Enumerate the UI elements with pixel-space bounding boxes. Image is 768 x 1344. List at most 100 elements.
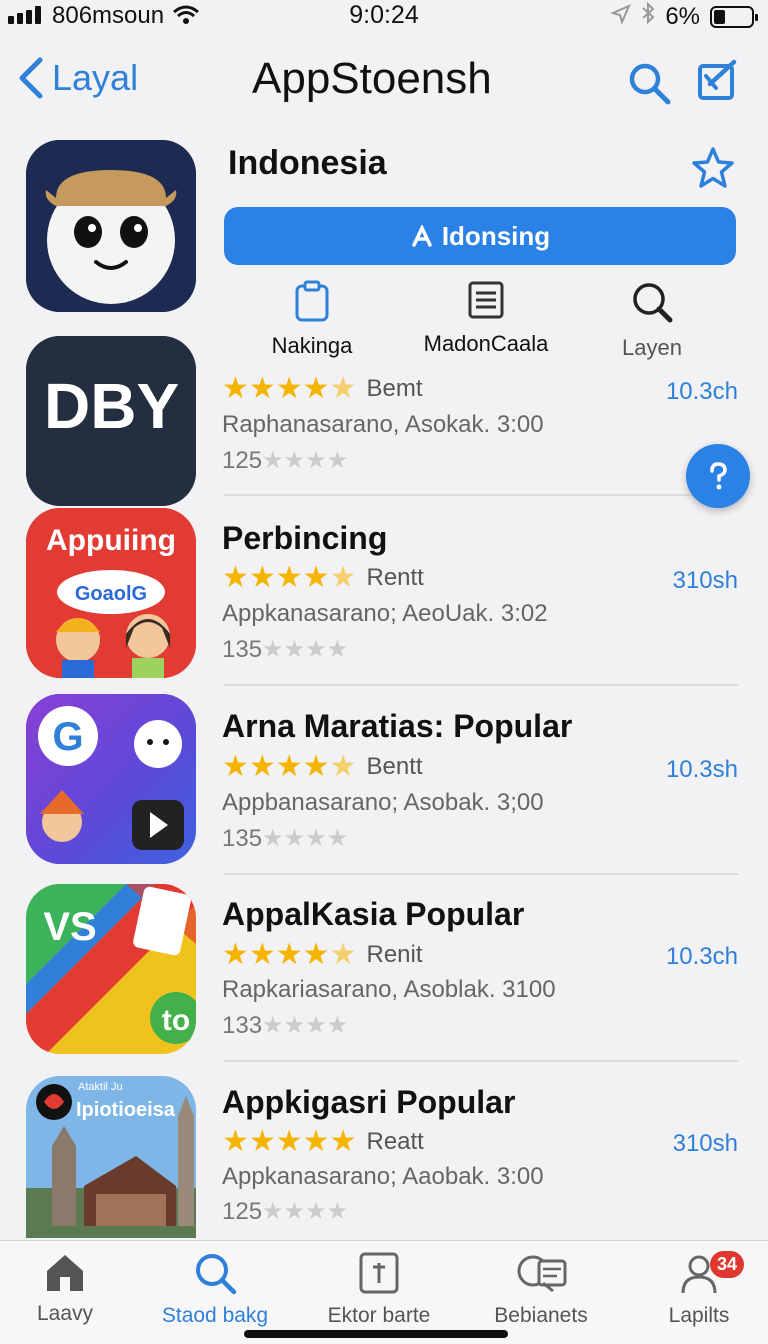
- search-card-icon: [517, 1255, 567, 1293]
- search-button[interactable]: [626, 60, 672, 111]
- review-count: 125 ★★★★: [222, 1197, 348, 1226]
- app-subtitle: Rapkariasarano, Asoblak. 3100: [222, 976, 556, 1003]
- featured-app-title: Indonesia: [228, 144, 387, 182]
- app-icon-appuiing[interactable]: Appuiing GoaolG: [26, 508, 196, 678]
- app-icon-badge: Ataktil Ju: [78, 1081, 123, 1093]
- rating-stars: ★★★★ ★ Bemt: [222, 372, 423, 405]
- review-count: 135 ★★★★: [222, 824, 348, 853]
- app-subtitle: Appkanasarano; AeoUak. 3:02: [222, 600, 548, 627]
- row-divider: [224, 684, 738, 686]
- app-title[interactable]: Perbincing: [222, 520, 387, 557]
- app-size: 310sh: [672, 567, 738, 594]
- install-button-label: Idonsing: [441, 220, 551, 251]
- review-count: 133 ★★★★: [222, 1011, 348, 1040]
- app-icon-text: G: [52, 715, 83, 759]
- tab-label: Bebianets: [494, 1304, 588, 1327]
- review-count-value: 135: [222, 824, 263, 852]
- app-subtitle: Raphanasarano, Asokak. 3:00: [222, 411, 544, 438]
- review-stars: ★★★★: [262, 447, 349, 474]
- app-icon-vs[interactable]: VS to: [26, 884, 196, 1054]
- tab-bar: Laavy Staod bakg Ektor barte Bebianets 3…: [0, 1240, 768, 1344]
- help-button[interactable]: [686, 444, 750, 508]
- tab-staod-bakg[interactable]: Staod bakg: [140, 1251, 290, 1328]
- app-icon-ipiotioeisa[interactable]: Ataktil Ju Ipiotioeisa: [26, 1076, 196, 1238]
- rating-tag: Rentt: [366, 564, 424, 591]
- home-indicator: [244, 1330, 508, 1338]
- battery-percent: 6%: [665, 2, 700, 30]
- app-icon-text: VS: [43, 905, 96, 949]
- tab-ektor-barte[interactable]: Ektor barte: [304, 1251, 454, 1328]
- location-icon: [610, 3, 632, 31]
- app-store-icon: [412, 225, 432, 247]
- clipboard-icon: [295, 280, 329, 322]
- help-icon: [710, 462, 727, 490]
- tab-laavy[interactable]: Laavy: [0, 1251, 140, 1326]
- magnifier-icon: [633, 283, 673, 323]
- navigation-bar: Layal AppStoensh: [0, 48, 768, 112]
- row-divider: [224, 873, 738, 875]
- app-icon-text: Ipiotioeisa: [76, 1099, 176, 1121]
- tab-label: Laavy: [36, 1302, 94, 1325]
- app-size: 10.3sh: [665, 756, 738, 783]
- favorite-button[interactable]: [690, 146, 736, 195]
- compose-button[interactable]: [696, 58, 740, 107]
- search-icon: [629, 63, 671, 105]
- tab-bebianets[interactable]: Bebianets: [466, 1251, 616, 1328]
- tab-label: Lapilts: [668, 1304, 730, 1327]
- status-bar: 806msoun 9:0:24 6%: [0, 0, 768, 34]
- chevron-left-icon: [19, 57, 43, 99]
- row-divider: [224, 494, 738, 496]
- quick-action-nakinga[interactable]: Nakinga: [232, 280, 392, 359]
- notification-badge: 34: [710, 1251, 745, 1278]
- rating-tag: Bentt: [366, 753, 423, 780]
- rating-tag: Reatt: [366, 1128, 424, 1155]
- rating-stars: ★★★★★ Reatt: [222, 1125, 424, 1158]
- review-stars: ★★★★: [262, 1198, 349, 1225]
- tab-label: Ektor barte: [327, 1304, 431, 1327]
- review-count-value: 125: [222, 1197, 263, 1225]
- app-subtitle: Appbanasarano; Asobak. 3;00: [222, 789, 544, 816]
- app-icon-dby[interactable]: DBY: [26, 336, 196, 506]
- quick-action-label: MadonCaala: [423, 331, 549, 356]
- rating-stars: ★★★★ ★ Bentt: [222, 750, 423, 783]
- review-stars: ★★★★: [262, 1012, 349, 1039]
- compose-icon: [698, 59, 737, 100]
- app-title[interactable]: Appkigasri Popular: [222, 1084, 515, 1121]
- app-size: 310sh: [672, 1130, 738, 1157]
- app-icon-text: Appuiing: [46, 524, 176, 557]
- featured-app-icon[interactable]: [26, 140, 196, 312]
- rating-stars: ★★★★ ★ Rentt: [222, 561, 424, 594]
- rating-stars: ★★★★ ★ Renit: [222, 938, 423, 971]
- review-count: 135 ★★★★: [222, 635, 348, 664]
- review-stars: ★★★★: [262, 636, 349, 663]
- app-title[interactable]: AppalKasia Popular: [222, 896, 524, 933]
- back-button[interactable]: Layal: [18, 56, 138, 100]
- quick-action-madoncaala[interactable]: MadonCaala: [406, 280, 566, 357]
- app-icon-badge: GoaolG: [75, 583, 147, 605]
- review-count-value: 133: [222, 1011, 263, 1039]
- bluetooth-icon: [641, 1, 655, 31]
- app-title[interactable]: Arna Maratias: Popular: [222, 708, 572, 745]
- search-icon: [196, 1254, 237, 1295]
- app-size: 10.3ch: [665, 943, 738, 970]
- document-plus-icon: [359, 1252, 399, 1294]
- review-count: 125 ★★★★: [222, 446, 348, 475]
- document-icon: [468, 281, 504, 319]
- star-outline-icon: [692, 147, 734, 188]
- quick-action-layen[interactable]: Layen: [572, 280, 732, 361]
- back-label: Layal: [52, 57, 139, 98]
- app-icon-g[interactable]: G: [26, 694, 196, 864]
- review-count-value: 125: [222, 446, 263, 474]
- tab-label: Staod bakg: [161, 1304, 269, 1327]
- app-icon-badge: to: [162, 1004, 190, 1037]
- app-size: 10.3ch: [665, 378, 738, 405]
- review-stars: ★★★★: [262, 825, 349, 852]
- app-subtitle: Appkanasarano; Aaobak. 3:00: [222, 1163, 544, 1190]
- install-button[interactable]: Idonsing: [224, 207, 736, 265]
- battery-fill: [714, 9, 725, 24]
- quick-action-label: Layen: [622, 335, 682, 360]
- row-divider: [224, 1060, 738, 1062]
- tab-lapilts[interactable]: 34 Lapilts: [624, 1251, 768, 1328]
- review-count-value: 135: [222, 635, 263, 663]
- home-icon: [47, 1255, 83, 1291]
